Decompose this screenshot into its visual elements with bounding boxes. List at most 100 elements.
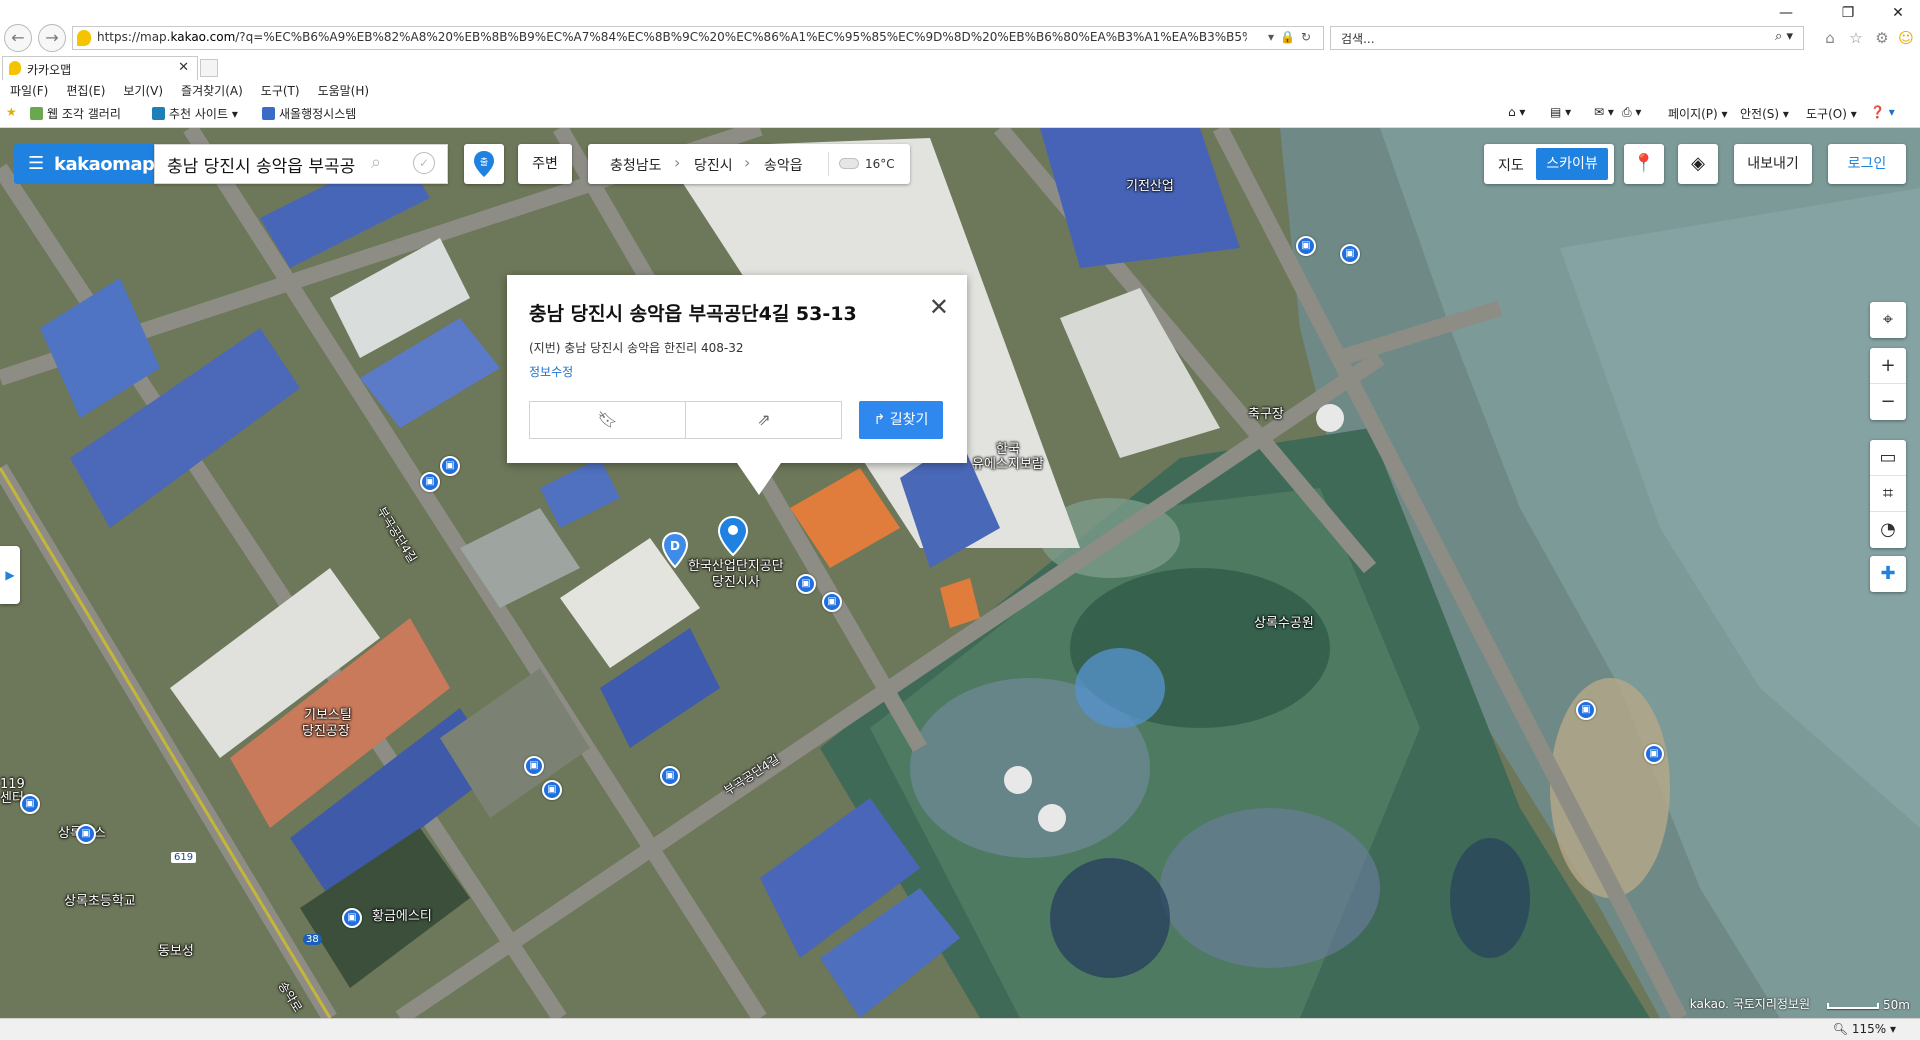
nearby-button[interactable]: 주변 [518, 144, 572, 184]
bus-stop-icon[interactable]: ▣ [1296, 236, 1316, 256]
bus-stop-icon[interactable]: ▣ [76, 824, 96, 844]
label-usg-boral[interactable]: 한국 유에스지보람 [972, 442, 1044, 472]
location-pin-icon[interactable] [718, 516, 748, 556]
print-icon[interactable]: ⎙ ▾ [1622, 105, 1641, 120]
lock-icon[interactable]: 🔒 [1280, 30, 1301, 44]
breadcrumb-town[interactable]: 송악읍 [764, 155, 803, 175]
label-dongbosung[interactable]: 동보성 [158, 940, 194, 959]
find-route-button[interactable]: ↱ 길찾기 [859, 401, 943, 439]
refresh-icon[interactable]: ↻ [1301, 30, 1317, 44]
kakaomap-brand[interactable]: ☰ kakaomap [14, 144, 155, 184]
feeds-icon[interactable]: ▤ ▾ [1550, 105, 1571, 119]
map-type-map-tab[interactable]: 지도 [1498, 155, 1524, 175]
login-button[interactable]: 로그인 [1828, 144, 1906, 184]
dropdown-icon[interactable]: ▾ [1268, 30, 1280, 44]
new-tab-button[interactable] [200, 59, 218, 77]
close-icon[interactable]: ✕ [929, 293, 949, 321]
popup-action-group: 🔖︎ ⇗ [529, 401, 842, 439]
zoom-in-icon[interactable]: + [1870, 348, 1906, 384]
browser-search-box[interactable]: 검색... ⌕ ▾ [1330, 26, 1804, 50]
menu-edit[interactable]: 편집(E) [66, 80, 105, 102]
roadview-button[interactable]: 📍 [1624, 144, 1664, 184]
radius-icon[interactable]: ◔ [1870, 512, 1906, 548]
menu-view[interactable]: 보기(V) [123, 80, 163, 102]
bus-stop-icon[interactable]: ▣ [660, 766, 680, 786]
label-gijeon[interactable]: 기전산업 [1126, 175, 1174, 194]
mail-icon[interactable]: ✉ ▾ [1594, 105, 1614, 119]
favorite-suggested-sites[interactable]: 추천 사이트 ▾ [152, 105, 238, 122]
bus-stop-icon[interactable]: ▣ [420, 472, 440, 492]
breadcrumb-province[interactable]: 충청남도 [610, 155, 662, 175]
map-canvas[interactable]: 기전산업 한국 유에스지보람 축구장 상록수공원 한국산업단지공단 당진시사 기… [0, 128, 1920, 1018]
web-slice-icon [30, 107, 43, 120]
area-icon[interactable]: ⌗ [1870, 476, 1906, 512]
edit-info-link[interactable]: 정보수정 [529, 363, 573, 380]
export-button[interactable]: 내보내기 [1734, 144, 1812, 184]
label-school[interactable]: 상록초등학교 [64, 890, 136, 909]
bus-stop-icon[interactable]: ▣ [822, 592, 842, 612]
favorite-web-slice[interactable]: 웹 조각 갤러리 [30, 105, 121, 122]
restore-button[interactable]: ❐ [1830, 2, 1866, 24]
zoom-level[interactable]: 🔍︎ 115% ▾ [1833, 1022, 1896, 1036]
search-icon[interactable]: ⌕ [371, 152, 381, 173]
menu-file[interactable]: 파일(F) [10, 80, 48, 102]
back-button[interactable]: ← [4, 24, 32, 52]
layers-button[interactable]: ◈ [1678, 144, 1718, 184]
label-hwanggeum[interactable]: 황금에스티 [372, 905, 432, 924]
directions-route-button[interactable]: 출 [464, 144, 504, 184]
tab-close-icon[interactable]: ✕ [178, 60, 189, 75]
label-sangroksu-park[interactable]: 상록수공원 [1254, 612, 1314, 631]
bus-stop-icon[interactable]: ▣ [542, 780, 562, 800]
bus-stop-icon[interactable]: ▣ [524, 756, 544, 776]
bus-stop-icon[interactable]: ▣ [440, 456, 460, 476]
bus-stop-icon[interactable]: ▣ [342, 908, 362, 928]
map-attribution: kakao. 국토지리정보원 [1689, 997, 1810, 1011]
bus-stop-icon[interactable]: ▣ [1340, 244, 1360, 264]
my-location-control: ⌖ [1870, 302, 1906, 338]
share-icon[interactable]: ⇗ [686, 402, 842, 438]
minimize-button[interactable]: — [1768, 2, 1804, 24]
ruler-icon[interactable]: ▭ [1870, 440, 1906, 476]
favorite-saeol[interactable]: 새올행정시스템 [262, 105, 356, 122]
bus-stop-icon[interactable]: ▣ [20, 794, 40, 814]
label-kicox-branch[interactable]: 당진시사 [712, 571, 760, 590]
menu-favorites[interactable]: 즐겨찾기(A) [181, 80, 243, 102]
breadcrumb-city[interactable]: 당진시 [694, 155, 733, 175]
kakaomap-logo: kakaomap [54, 154, 155, 175]
feedback-smiley-icon[interactable]: ☺ [1896, 28, 1916, 48]
search-icon[interactable]: ⌕ ▾ [1775, 29, 1793, 44]
label-soccer-field[interactable]: 축구장 [1248, 403, 1284, 422]
label-kiboss-2[interactable]: 당진공장 [302, 720, 350, 739]
bus-stop-icon[interactable]: ▣ [1644, 744, 1664, 764]
add-place-pin-icon[interactable]: ✚ [1870, 556, 1906, 592]
home-dropdown-icon[interactable]: ⌂ ▾ [1508, 105, 1525, 119]
crosshair-location-icon[interactable]: ⌖ [1870, 302, 1906, 338]
menu-hamburger-icon[interactable]: ☰ [28, 154, 44, 174]
close-window-button[interactable]: ✕ [1880, 2, 1916, 24]
menu-tools[interactable]: 도구(T) [261, 80, 300, 102]
bookmark-icon[interactable]: 🔖︎ [530, 402, 686, 438]
favorites-star-icon[interactable]: ☆ [1846, 28, 1866, 48]
forward-button[interactable]: → [38, 24, 66, 52]
settings-gear-icon[interactable]: ⚙ [1872, 28, 1892, 48]
clear-check-icon[interactable]: ✓ [413, 152, 435, 174]
address-bar[interactable]: https://map.kakao.com/?q=%EC%B6%A9%EB%82… [72, 26, 1324, 50]
favorites-star-add-icon[interactable]: ★ [6, 105, 17, 119]
command-safety[interactable]: 안전(S) ▾ [1740, 105, 1789, 122]
weather-indicator[interactable]: 16°C [828, 152, 895, 176]
bus-stop-icon[interactable]: ▣ [796, 574, 816, 594]
home-icon[interactable]: ⌂ [1820, 28, 1840, 48]
bus-stop-icon[interactable]: ▣ [1576, 700, 1596, 720]
map-type-skyview-tab[interactable]: 스카이뷰 [1536, 148, 1608, 180]
help-icon[interactable]: ❓ ▾ [1870, 105, 1895, 119]
address-url[interactable]: https://map.kakao.com/?q=%EC%B6%A9%EB%82… [97, 30, 1247, 44]
tab-kakaomap[interactable]: 카카오맵 ✕ [2, 56, 198, 80]
route-pin-icon: 출 [474, 151, 494, 177]
command-page[interactable]: 페이지(P) ▾ [1668, 105, 1728, 122]
zoom-out-icon[interactable]: − [1870, 384, 1906, 420]
sidebar-toggle-chevron-icon[interactable]: ▶ [0, 546, 20, 604]
command-tools[interactable]: 도구(O) ▾ [1806, 105, 1857, 122]
menu-help[interactable]: 도움말(H) [318, 80, 370, 102]
map-search-input[interactable] [167, 153, 365, 175]
destination-d-marker-icon[interactable]: D [662, 532, 688, 568]
